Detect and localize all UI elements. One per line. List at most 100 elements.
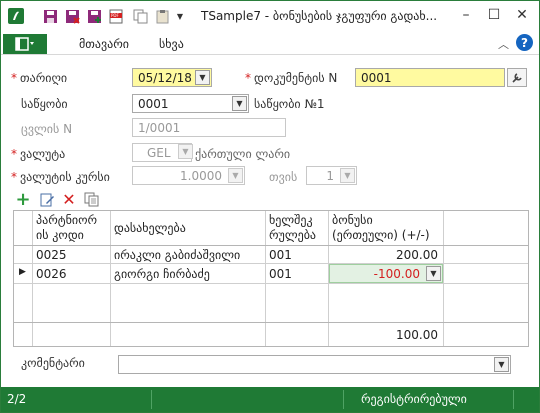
currency-name: ქართული ლარი — [195, 147, 291, 161]
status-divider — [151, 390, 152, 409]
cell-contract[interactable]: 001 — [269, 267, 292, 281]
document-status: რეგისტრირებული — [361, 392, 467, 406]
exchange-rate-label: * ვალუტის კურსი — [11, 170, 110, 184]
edit-row-icon[interactable] — [39, 191, 55, 207]
required-marker: * — [11, 71, 17, 85]
cell-contract[interactable]: 001 — [269, 248, 292, 262]
ribbon-collapse-icon[interactable]: ︿ — [498, 36, 509, 52]
for-month-value: 1 — [326, 169, 334, 183]
currency-label: * ვალუტა — [11, 147, 66, 161]
column-header-partner-code[interactable]: პარტნიორ ის კოდი — [36, 213, 97, 243]
column-header-bonus[interactable]: ბონუსი (ერთეული) (+/-) — [332, 213, 430, 243]
record-position: 2/2 — [7, 392, 27, 406]
cell-partner-name[interactable]: ირაკლი გაბიძაშვილი — [114, 248, 240, 262]
wrench-icon — [512, 72, 522, 83]
grid-line — [14, 263, 528, 264]
required-marker: * — [11, 170, 17, 184]
date-value: 05/12/18 — [138, 71, 192, 85]
current-row-indicator-icon: ▶ — [19, 267, 26, 277]
bonus-table: პარტნიორ ის კოდი დასახელება ხელშეკ რულებ… — [13, 210, 529, 347]
bonus-total: 100.00 — [396, 328, 438, 342]
add-row-icon[interactable]: + — [15, 189, 31, 210]
menu-icon — [15, 37, 34, 51]
header-line: დასახელება — [114, 221, 186, 235]
for-month-input: 1 ▼ — [306, 166, 357, 185]
grid-line — [110, 211, 111, 346]
save-close-icon[interactable] — [63, 7, 81, 25]
doc-number-value: 0001 — [361, 71, 392, 85]
date-dropdown-icon[interactable]: ▼ — [195, 70, 210, 85]
grid-line — [265, 211, 266, 346]
grid-line — [14, 245, 528, 246]
header-line: (ერთეული) (+/-) — [332, 228, 430, 242]
header-line: რულება — [269, 228, 316, 242]
cell-partner-code[interactable]: 0025 — [36, 248, 67, 262]
grid-line — [14, 283, 528, 284]
minimize-icon[interactable]: – — [455, 5, 477, 25]
bonus-editor-value: -100.00 — [373, 267, 420, 281]
required-marker: * — [11, 147, 17, 161]
cell-partner-name[interactable]: გიორგი ჩირბაძე — [114, 267, 210, 281]
change-number-input: 1/0001 — [132, 118, 286, 137]
change-number-label: ცვლის N — [21, 122, 73, 136]
exchange-rate-input: 1.0000 ▼ — [132, 166, 245, 185]
column-header-name[interactable]: დასახელება — [114, 221, 186, 235]
for-month-dropdown-icon: ▼ — [340, 168, 355, 183]
warehouse-dropdown-icon[interactable]: ▼ — [232, 96, 247, 111]
main-menu-button[interactable] — [3, 34, 47, 54]
svg-text:PDF: PDF — [111, 13, 119, 18]
currency-dropdown-icon: ▼ — [178, 144, 193, 159]
close-icon[interactable]: ✕ — [511, 5, 533, 25]
maximize-icon[interactable]: ☐ — [483, 5, 505, 25]
required-marker: * — [245, 71, 251, 85]
doc-settings-button[interactable] — [507, 68, 527, 87]
copy-row-icon[interactable] — [83, 191, 99, 207]
app-logo-icon — [7, 7, 25, 25]
grid-line — [443, 211, 444, 346]
column-header-contract[interactable]: ხელშეკ რულება — [269, 213, 316, 243]
status-divider — [343, 390, 344, 409]
ribbon-tabs: მთავარი სხვა ︿ ? — [1, 33, 539, 55]
for-month-label: თვის — [269, 170, 298, 184]
save-new-icon[interactable] — [85, 7, 103, 25]
title-bar: PDF ▼ TSample7 - ბონუსების ჯგუფური გადახ… — [1, 1, 539, 31]
warehouse-select[interactable]: 0001 ▼ — [132, 94, 249, 113]
exchange-rate-value: 1.0000 — [180, 169, 222, 183]
bonus-dropdown-icon[interactable]: ▼ — [426, 266, 441, 281]
grid-line — [14, 322, 528, 323]
header-line: პარტნიორ — [36, 213, 98, 227]
tab-main[interactable]: მთავარი — [79, 37, 129, 51]
grid-line — [32, 211, 33, 346]
date-label: * თარიღი — [11, 71, 68, 85]
paste-icon[interactable] — [153, 7, 171, 25]
doc-number-label: * დოკუმენტის N — [245, 71, 338, 85]
exchange-rate-dropdown-icon: ▼ — [228, 168, 243, 183]
copy-icon[interactable] — [131, 7, 149, 25]
delete-row-icon[interactable]: ✕ — [61, 190, 77, 209]
comment-label: კომენტარი — [21, 356, 85, 370]
currency-value: GEL — [147, 146, 171, 160]
warehouse-name: საწყობი №1 — [254, 97, 325, 111]
cell-partner-code[interactable]: 0026 — [36, 267, 67, 281]
cell-bonus[interactable]: 200.00 — [332, 248, 438, 262]
status-bar: 2/2 რეგისტრირებული — [1, 387, 539, 412]
header-line: ის კოდი — [36, 228, 84, 242]
save-icon[interactable] — [41, 7, 59, 25]
change-number-value: 1/0001 — [138, 121, 181, 135]
comment-dropdown-icon[interactable]: ▼ — [494, 357, 509, 372]
help-icon[interactable]: ? — [516, 34, 533, 51]
warehouse-value: 0001 — [138, 97, 169, 111]
warehouse-label: საწყობი — [21, 97, 68, 111]
window-title: TSample7 - ბონუსების ჯგუფური გადახ... — [201, 9, 438, 23]
date-input[interactable]: 05/12/18 ▼ — [132, 68, 212, 87]
doc-number-input[interactable]: 0001 — [355, 68, 505, 87]
bonus-editor[interactable]: -100.00 ▼ — [329, 264, 443, 283]
header-line: ბონუსი — [332, 213, 373, 227]
export-icon[interactable]: PDF — [107, 7, 125, 25]
header-line: ხელშეკ — [269, 213, 313, 227]
app-window: PDF ▼ TSample7 - ბონუსების ჯგუფური გადახ… — [0, 0, 540, 413]
status-divider — [513, 390, 514, 409]
tab-other[interactable]: სხვა — [159, 37, 184, 51]
quick-access-dropdown-icon[interactable]: ▼ — [174, 7, 186, 25]
comment-input[interactable]: ▼ — [118, 355, 511, 374]
